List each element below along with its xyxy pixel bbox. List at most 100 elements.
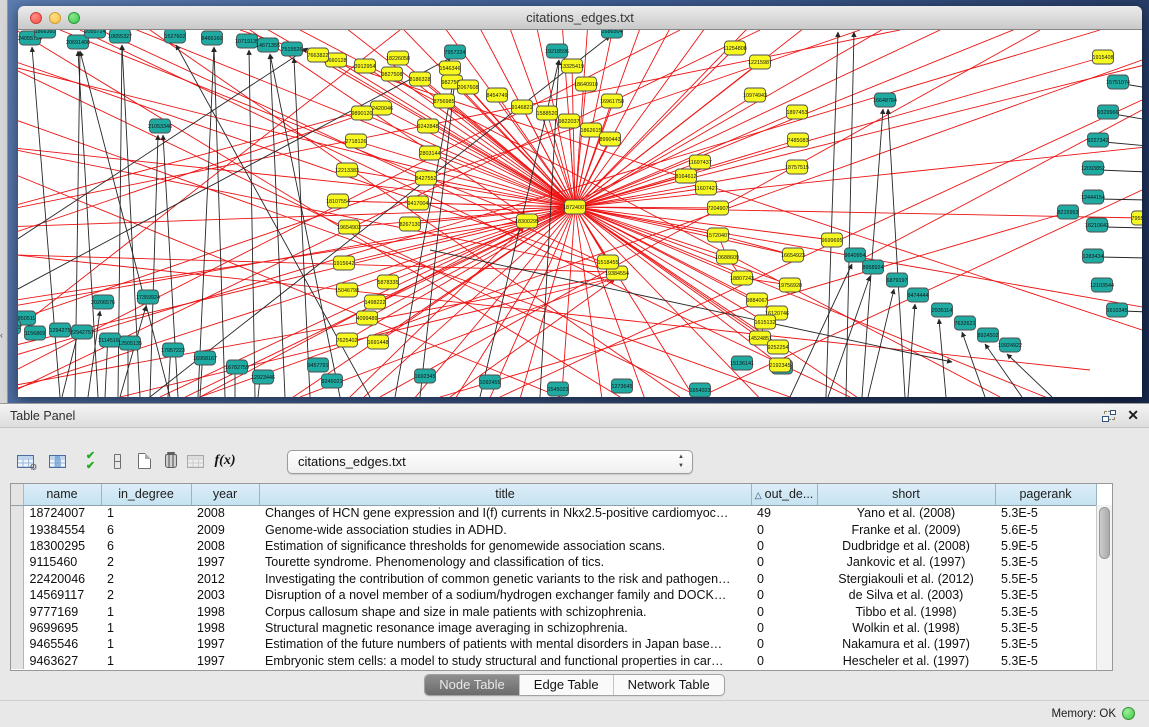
graph-node[interactable]: 15720407 — [706, 228, 730, 242]
graph-nodes[interactable]: 2405572420691406106553271527602846616010… — [18, 30, 1142, 397]
graph-node[interactable]: 15046798 — [335, 283, 359, 297]
table-cell[interactable]: 22420046 — [23, 571, 101, 587]
graph-node[interactable]: 3915901 — [18, 320, 21, 334]
graph-node[interactable]: 10655327 — [108, 30, 132, 43]
table-selector-dropdown[interactable]: citations_edges.txt ▲▼ — [287, 450, 693, 474]
graph-node[interactable]: 9890120 — [352, 106, 373, 120]
table-cell[interactable]: 9699695 — [23, 620, 101, 636]
graph-node[interactable]: 8756985 — [434, 94, 455, 108]
table-cell[interactable]: 5.6E-5 — [995, 521, 1096, 537]
graph-node[interactable]: 19654903 — [337, 220, 361, 234]
graph-node[interactable]: 22942757 — [70, 325, 94, 339]
graph-node[interactable]: 1518455 — [598, 255, 619, 269]
table-cell[interactable]: Corpus callosum shape and size in male p… — [259, 603, 751, 619]
tab-node-table[interactable]: Node Table — [425, 675, 519, 695]
table-cell[interactable]: 6 — [101, 521, 191, 537]
table-cell[interactable]: Stergiakouli et al. (2012) — [817, 571, 995, 587]
graph-node[interactable]: 1546346 — [440, 61, 461, 75]
graph-node[interactable]: 16961758 — [600, 94, 624, 108]
table-cell[interactable]: Yano et al. (2008) — [817, 505, 995, 521]
table-cell[interactable]: 2009 — [191, 521, 259, 537]
table-row[interactable]: 1456911722003Disruption of a novel membe… — [11, 587, 1096, 603]
table-cell[interactable]: 1 — [101, 603, 191, 619]
graph-node[interactable]: 17359924 — [136, 290, 160, 304]
table-cell[interactable]: Franke et al. (2009) — [817, 521, 995, 537]
graph-node[interactable]: 8990443 — [600, 132, 621, 146]
column-header-name[interactable]: name — [23, 484, 101, 505]
select-columns-icon[interactable]: ✔✔ — [76, 447, 102, 475]
graph-node[interactable]: 18107554 — [326, 194, 350, 208]
graph-node[interactable]: 1273645 — [612, 379, 633, 393]
table-cell[interactable]: Changes of HCN gene expression and I(f) … — [259, 505, 751, 521]
graph-node[interactable]: 1545023 — [548, 382, 569, 396]
table-row[interactable]: 946362711997Embryonic stem cells: a mode… — [11, 653, 1096, 669]
table-cell[interactable]: 0 — [751, 587, 817, 603]
table-cell[interactable]: 5.3E-5 — [995, 636, 1096, 652]
graph-node[interactable]: 7632621 — [955, 316, 976, 330]
graph-node[interactable]: 2067608 — [458, 80, 479, 94]
graph-node[interactable]: 8215953 — [1058, 205, 1079, 219]
graph-node[interactable]: 12505135 — [118, 336, 142, 350]
table-cell[interactable]: Dudbridge et al. (2008) — [817, 538, 995, 554]
graph-node[interactable]: 9329966 — [1098, 105, 1119, 119]
graph-node[interactable]: 16648784 — [873, 93, 897, 107]
table-cell[interactable]: 9463627 — [23, 653, 101, 669]
graph-node[interactable]: 18226058 — [386, 51, 410, 65]
table-row[interactable]: 2242004622012Investigating the contribut… — [11, 571, 1096, 587]
graph-node[interactable]: 19218596 — [545, 44, 569, 58]
table-cell[interactable]: Disruption of a novel member of a sodium… — [259, 587, 751, 603]
graph-node[interactable]: 2192345 — [770, 358, 791, 372]
graph-node[interactable]: 1915642 — [334, 256, 355, 270]
graph-node[interactable]: 7625402 — [337, 333, 358, 347]
table-row[interactable]: 977716911998Corpus callosum shape and si… — [11, 603, 1096, 619]
graph-node[interactable]: 9640954 — [845, 248, 866, 262]
table-cell[interactable]: 2003 — [191, 587, 259, 603]
graph-node[interactable]: 2055724 — [85, 30, 106, 38]
show-columns-icon[interactable] — [44, 447, 70, 475]
table-cell[interactable]: Hescheler et al. (1997) — [817, 653, 995, 669]
table-cell[interactable]: 5.3E-5 — [995, 587, 1096, 603]
table-cell[interactable]: 2008 — [191, 505, 259, 521]
table-cell[interactable]: 9465546 — [23, 636, 101, 652]
delete-table-icon[interactable] — [182, 447, 208, 475]
column-header-out-de-[interactable]: △out_de... — [751, 484, 817, 505]
table-cell[interactable]: Investigating the contribution of common… — [259, 571, 751, 587]
graph-node[interactable]: 5878335 — [378, 275, 399, 289]
table-cell[interactable]: 18724007 — [23, 505, 101, 521]
column-header-year[interactable]: year — [191, 484, 259, 505]
graph-node[interactable]: 16958167 — [193, 351, 217, 365]
graph-node[interactable]: 14671355 — [256, 38, 280, 52]
table-cell[interactable]: Wolkin et al. (1998) — [817, 620, 995, 636]
table-cell[interactable]: 2012 — [191, 571, 259, 587]
graph-node[interactable]: 12923446 — [251, 370, 275, 384]
table-row[interactable]: 1830029562008Estimation of significance … — [11, 538, 1096, 554]
table-cell[interactable]: 18300295 — [23, 538, 101, 554]
graph-node[interactable]: 9457791 — [308, 358, 329, 372]
graph-node[interactable]: 1862615 — [581, 123, 602, 137]
table-row[interactable]: 1938455462009Genome-wide association stu… — [11, 521, 1096, 537]
row-height-icon[interactable] — [104, 447, 130, 475]
graph-node[interactable]: 12093852 — [1081, 161, 1105, 175]
graph-node[interactable]: 20206576 — [91, 295, 115, 309]
graph-node[interactable]: 1283434 — [1083, 249, 1104, 263]
graph-node[interactable]: 1294275 — [50, 323, 71, 337]
table-cell[interactable]: 0 — [751, 603, 817, 619]
graph-node[interactable]: 8454749 — [487, 88, 508, 102]
graph-node[interactable]: 12444154 — [1081, 190, 1105, 204]
table-cell[interactable]: 5.3E-5 — [995, 620, 1096, 636]
graph-node[interactable]: 1915408 — [1093, 50, 1114, 64]
graph-node[interactable]: 1686504 — [602, 30, 623, 38]
graph-node[interactable]: 1092455 — [480, 375, 501, 389]
graph-node[interactable]: 7663822 — [308, 48, 329, 62]
table-mode-icon[interactable]: ⚙ — [12, 447, 38, 475]
column-header-in-degree[interactable]: in_degree — [101, 484, 191, 505]
table-cell[interactable]: 1997 — [191, 653, 259, 669]
float-panel-icon[interactable] — [1104, 411, 1115, 420]
graph-node[interactable]: 13325419 — [560, 59, 584, 73]
table-cell[interactable]: 14569117 — [23, 587, 101, 603]
table-cell[interactable]: 2 — [101, 554, 191, 570]
graph-node[interactable]: 1654023 — [690, 383, 711, 397]
graph-node[interactable]: 2718126 — [346, 134, 367, 148]
table-cell[interactable]: 1997 — [191, 554, 259, 570]
table-cell[interactable]: 1998 — [191, 620, 259, 636]
